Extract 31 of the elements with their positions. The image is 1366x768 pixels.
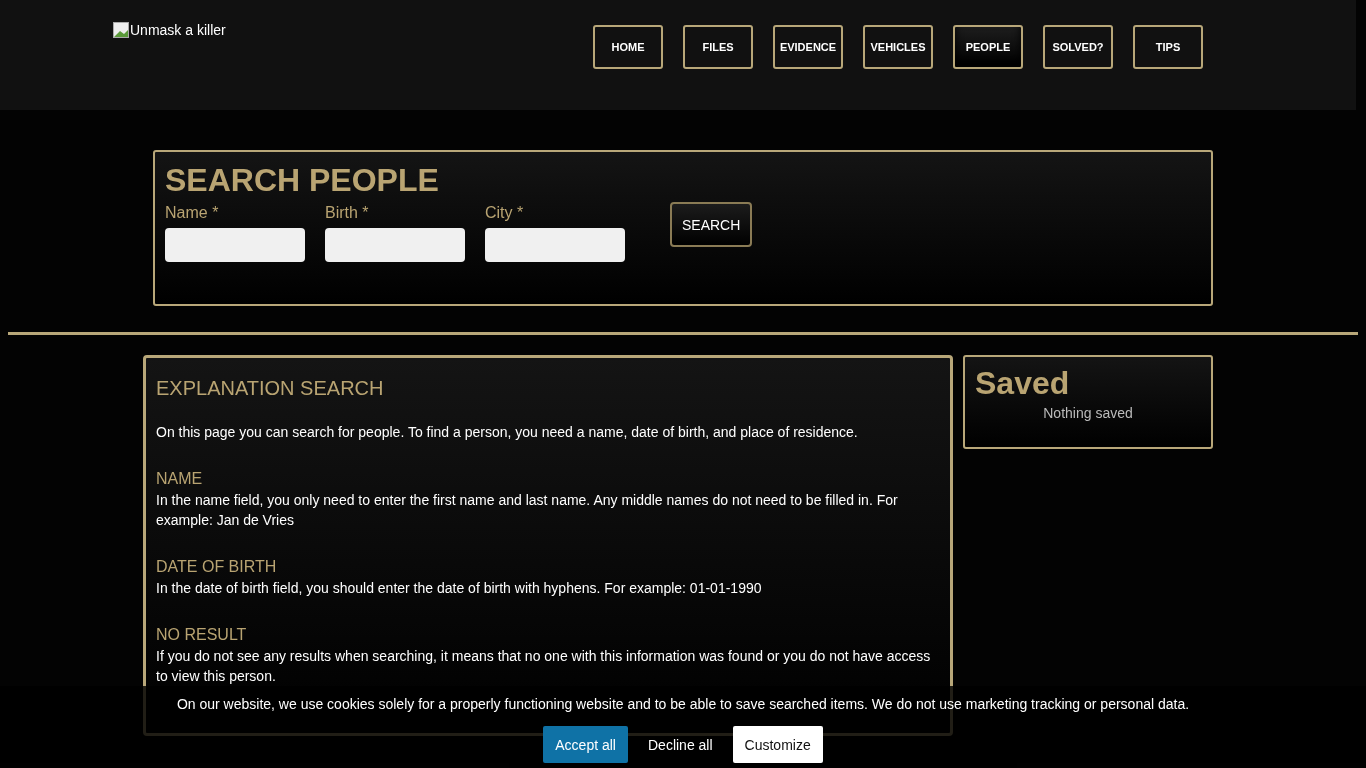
- section-heading: NAME: [156, 470, 204, 488]
- cookie-text: On our website, we use cookies solely for a properly functioning website and to be able to save searched items. We do not use marketing tracking or personal data.: [176, 696, 1190, 712]
- field-label: Name *: [165, 204, 220, 222]
- logo-alt-text: Unmask a killer: [130, 22, 226, 38]
- cookie-button[interactable]: Accept all: [543, 726, 628, 763]
- broken-image-icon: [113, 22, 129, 38]
- section-heading: DATE OF BIRTH: [156, 558, 278, 576]
- section-text: In the date of birth field, you should enter the date of birth with hyphens. For example: 01-01-1990: [156, 579, 763, 598]
- cookie-button[interactable]: Customize: [732, 726, 823, 763]
- search-title: SEARCH PEOPLE: [165, 162, 440, 198]
- saved-title: Saved: [975, 365, 1071, 401]
- input-field[interactable]: [485, 228, 625, 262]
- field-label: City *: [485, 204, 525, 222]
- explanation-title: EXPLANATION SEARCH: [156, 376, 385, 400]
- nav-button[interactable]: TIPS: [1133, 25, 1203, 69]
- empty-message: Nothing saved: [1042, 405, 1134, 421]
- section-heading: NO RESULT: [156, 626, 248, 644]
- section-text: In the name field, you only need to enter the first name and last name. Any middle names do not need to be filled in. For example: Jan de Vries: [156, 491, 899, 530]
- input-field[interactable]: [165, 228, 305, 262]
- field-label: Birth *: [325, 204, 370, 222]
- cookie-button[interactable]: Decline all: [636, 726, 725, 763]
- nav-button[interactable]: PEOPLE: [953, 25, 1023, 69]
- intro-text: On this page you can search for people. To find a person, you need a name, date of birth, and place of residence.: [156, 423, 859, 442]
- nav-button[interactable]: SOLVED?: [1043, 25, 1113, 69]
- input-field[interactable]: [325, 228, 465, 262]
- search-button[interactable]: SEARCH: [670, 202, 753, 247]
- section-text: If you do not see any results when searching, it means that no one with this information was found or you do not have access to view this person.: [156, 647, 932, 686]
- nav-button[interactable]: VEHICLES: [863, 25, 933, 69]
- nav-button[interactable]: FILES: [683, 25, 753, 69]
- nav-button[interactable]: EVIDENCE: [773, 25, 843, 69]
- nav-button[interactable]: HOME: [593, 25, 663, 69]
